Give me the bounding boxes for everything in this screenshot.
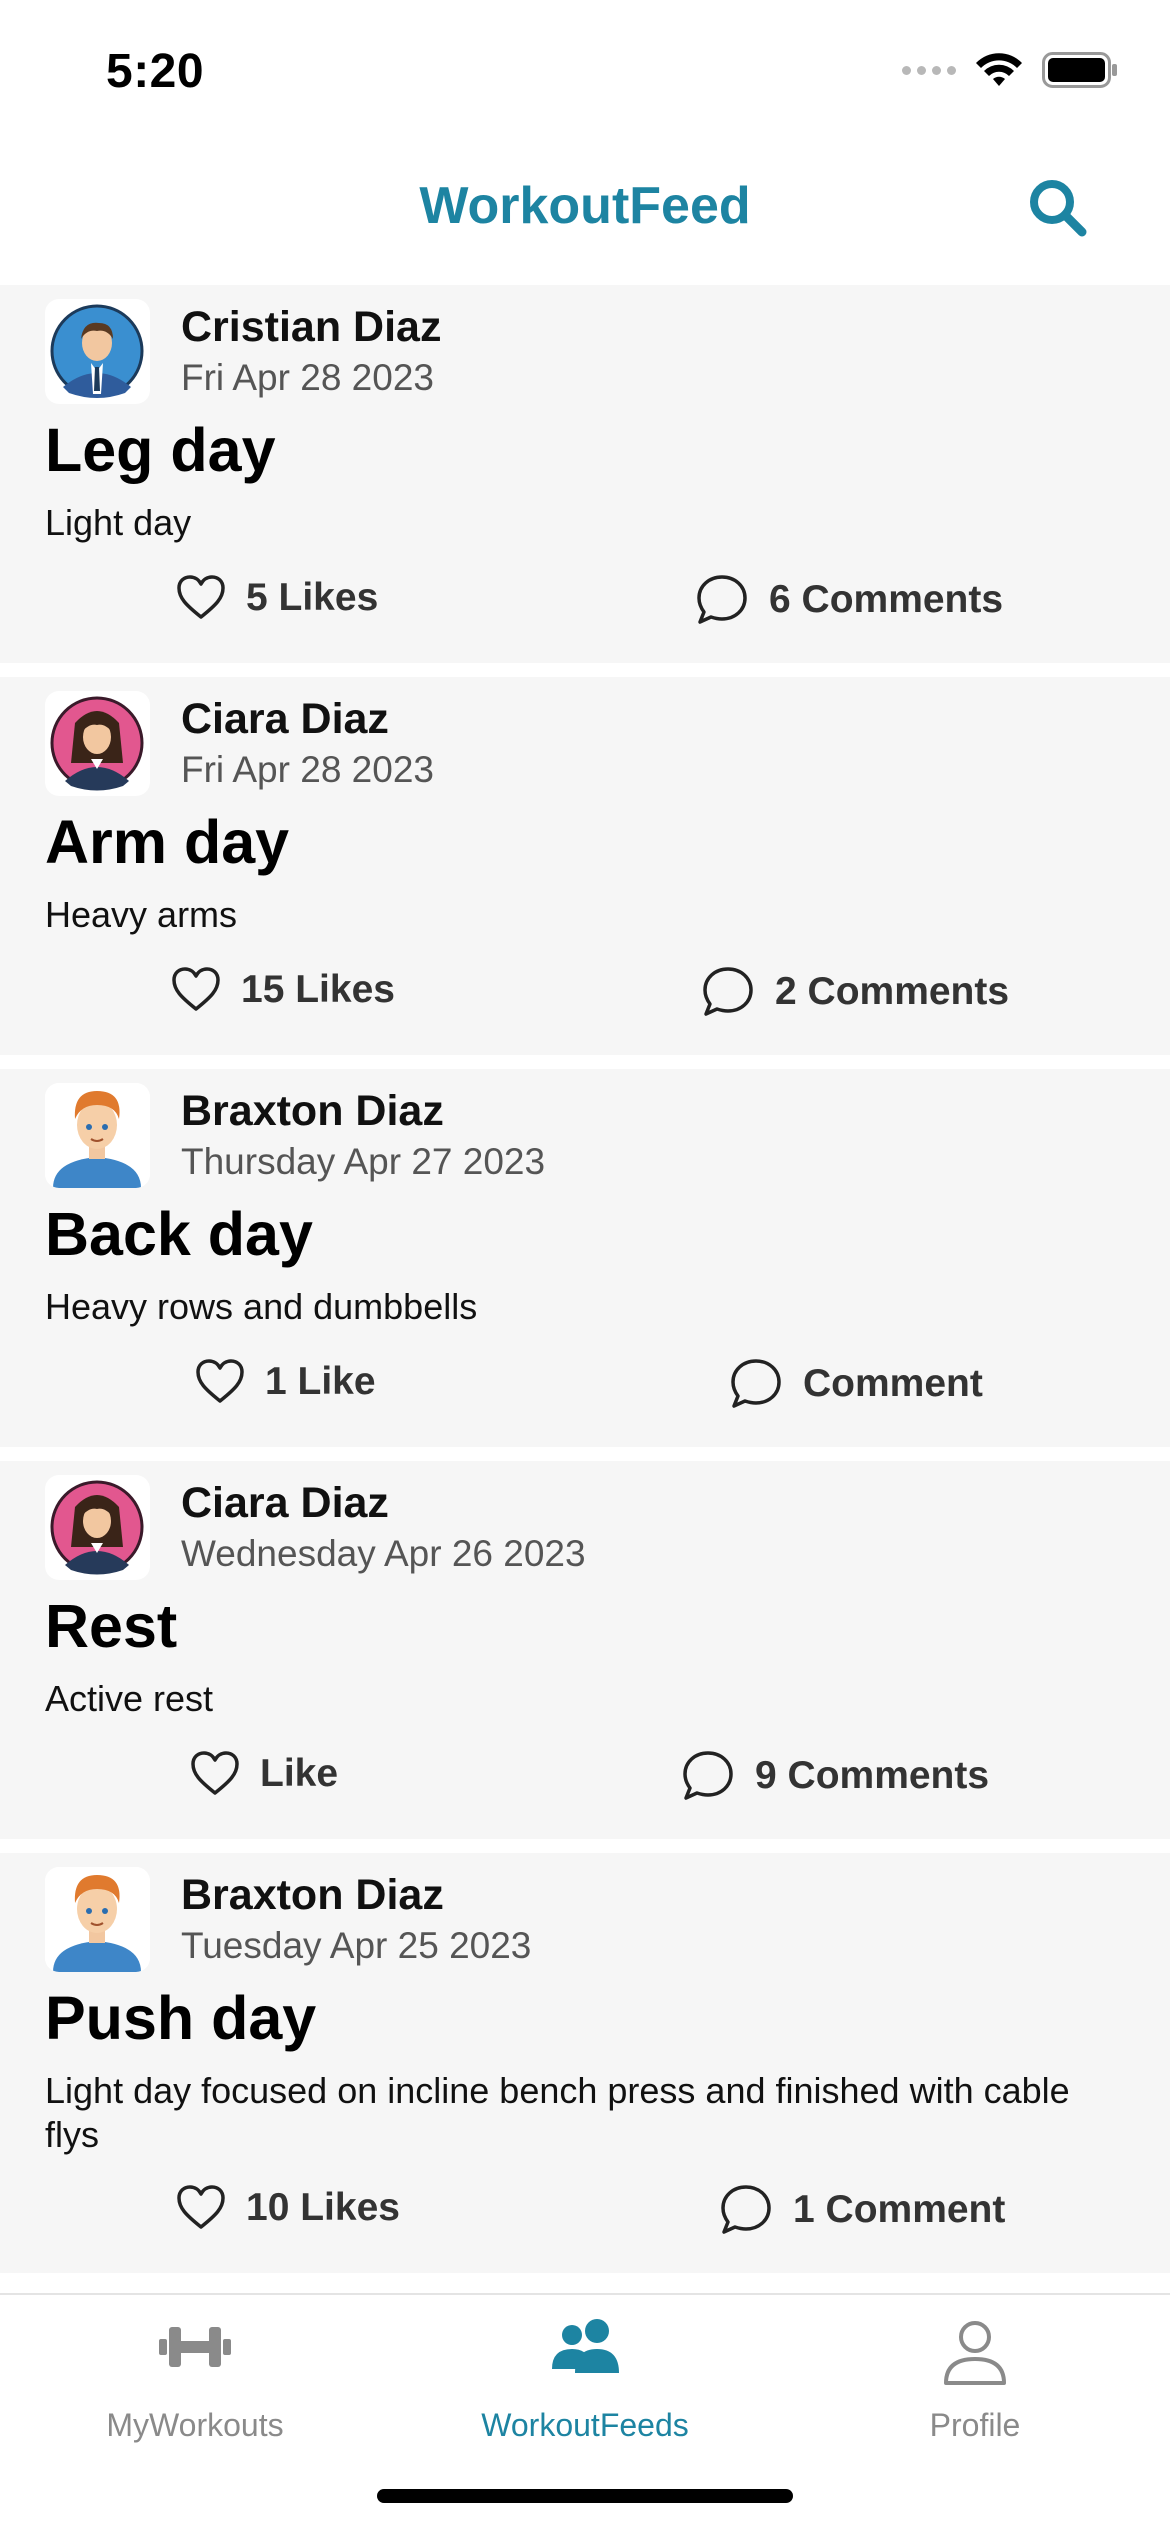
post-description: Light day focused on incline bench press…: [45, 2070, 1070, 2155]
feed-post[interactable]: Ciara Diaz Fri Apr 28 2023 Arm day Heavy…: [0, 677, 1170, 1055]
post-description: Light day: [45, 502, 192, 543]
comment-bubble-icon: [703, 967, 753, 1016]
post-author[interactable]: Cristian Diaz: [181, 303, 441, 352]
post-title: Back day: [45, 1200, 313, 1268]
post-date: Tuesday Apr 25 2023: [181, 1925, 532, 1966]
post-date: Fri Apr 28 2023: [181, 749, 434, 790]
status-time: 5:20: [106, 45, 205, 98]
like-count: Like: [260, 1752, 339, 1795]
comment-bubble-icon: [683, 1751, 733, 1800]
like-count: 10 Likes: [246, 2186, 400, 2229]
avatar-woman-icon: [45, 691, 150, 796]
tab-label: MyWorkouts: [106, 2407, 284, 2443]
status-bar: 5:20: [0, 0, 1170, 140]
workout-feed-list[interactable]: Cristian Diaz Fri Apr 28 2023 Leg day Li…: [0, 285, 1170, 2295]
tab-workoutfeeds[interactable]: WorkoutFeeds: [390, 2295, 780, 2475]
post-description: Active rest: [45, 1678, 214, 1719]
avatar-red-haired-man-icon: [45, 1867, 150, 1972]
like-button[interactable]: 15 Likes: [171, 965, 395, 1015]
wifi-icon: [976, 53, 1022, 86]
like-button[interactable]: 1 Like: [195, 1357, 376, 1407]
like-button[interactable]: 10 Likes: [176, 2183, 400, 2233]
post-description: Heavy rows and dumbbells: [45, 1286, 478, 1327]
battery-icon: [1042, 52, 1117, 88]
heart-icon: [172, 967, 220, 1011]
feed-post[interactable]: Ciara Diaz Wednesday Apr 26 2023 Rest Ac…: [0, 1461, 1170, 1839]
status-icons: [902, 52, 1118, 88]
feed-post[interactable]: Braxton Diaz Thursday Apr 27 2023 Back d…: [0, 1069, 1170, 1447]
feed-post[interactable]: Cristian Diaz Fri Apr 28 2023 Leg day Li…: [0, 285, 1170, 663]
comment-button[interactable]: 1 Comment: [719, 2183, 1005, 2237]
post-date: Fri Apr 28 2023: [181, 357, 434, 398]
comment-count: 9 Comments: [755, 1754, 990, 1797]
comment-button[interactable]: 2 Comments: [701, 965, 1009, 1019]
tab-myworkouts[interactable]: MyWorkouts: [0, 2295, 390, 2475]
comment-bubble-icon: [731, 1359, 781, 1408]
comment-button[interactable]: Comment: [729, 1357, 983, 1411]
people-icon: [552, 2319, 619, 2373]
person-icon: [944, 2321, 1006, 2385]
comment-bubble-icon: [697, 575, 747, 624]
heart-icon: [196, 1359, 244, 1403]
comment-button[interactable]: 6 Comments: [695, 573, 1003, 627]
avatar-man-in-suit-icon: [45, 299, 150, 404]
search-icon: [1030, 180, 1087, 237]
comment-count: 6 Comments: [769, 578, 1004, 621]
post-author[interactable]: Braxton Diaz: [181, 1087, 444, 1136]
post-author[interactable]: Ciara Diaz: [181, 1479, 389, 1528]
comment-count: Comment: [803, 1362, 983, 1405]
like-count: 15 Likes: [241, 968, 395, 1011]
heart-icon: [177, 575, 225, 619]
tab-profile[interactable]: Profile: [780, 2295, 1170, 2475]
post-date: Wednesday Apr 26 2023: [181, 1533, 586, 1574]
page-title: WorkoutFeed: [419, 177, 751, 235]
like-button[interactable]: 5 Likes: [176, 573, 378, 623]
like-count: 5 Likes: [246, 576, 379, 619]
cellular-signal-icon: [902, 65, 956, 75]
like-count: 1 Like: [265, 1360, 376, 1403]
post-title: Rest: [45, 1592, 178, 1660]
like-button[interactable]: Like: [190, 1749, 338, 1799]
tab-label: WorkoutFeeds: [481, 2407, 689, 2443]
feed-post[interactable]: Braxton Diaz Tuesday Apr 25 2023 Push da…: [0, 1853, 1170, 2273]
comment-bubble-icon: [721, 2185, 771, 2234]
post-title: Leg day: [45, 416, 276, 484]
comment-button[interactable]: 9 Comments: [681, 1749, 989, 1803]
avatar-red-haired-man-icon: [45, 1083, 150, 1188]
comment-count: 1 Comment: [793, 2188, 1006, 2231]
post-title: Arm day: [45, 808, 290, 876]
heart-icon: [177, 2185, 225, 2229]
post-description: Heavy arms: [45, 894, 238, 935]
heart-icon: [191, 1751, 239, 1795]
avatar-woman-icon: [45, 1475, 150, 1580]
app-header: WorkoutFeed: [0, 140, 1170, 285]
search-button[interactable]: [1026, 176, 1090, 240]
post-author[interactable]: Ciara Diaz: [181, 695, 389, 744]
dumbbell-icon: [159, 2327, 231, 2367]
comment-count: 2 Comments: [775, 970, 1010, 1013]
post-author[interactable]: Braxton Diaz: [181, 1871, 444, 1920]
post-title: Push day: [45, 1984, 317, 2052]
tab-label: Profile: [929, 2407, 1021, 2443]
home-indicator[interactable]: [377, 2489, 793, 2503]
post-date: Thursday Apr 27 2023: [181, 1141, 546, 1182]
